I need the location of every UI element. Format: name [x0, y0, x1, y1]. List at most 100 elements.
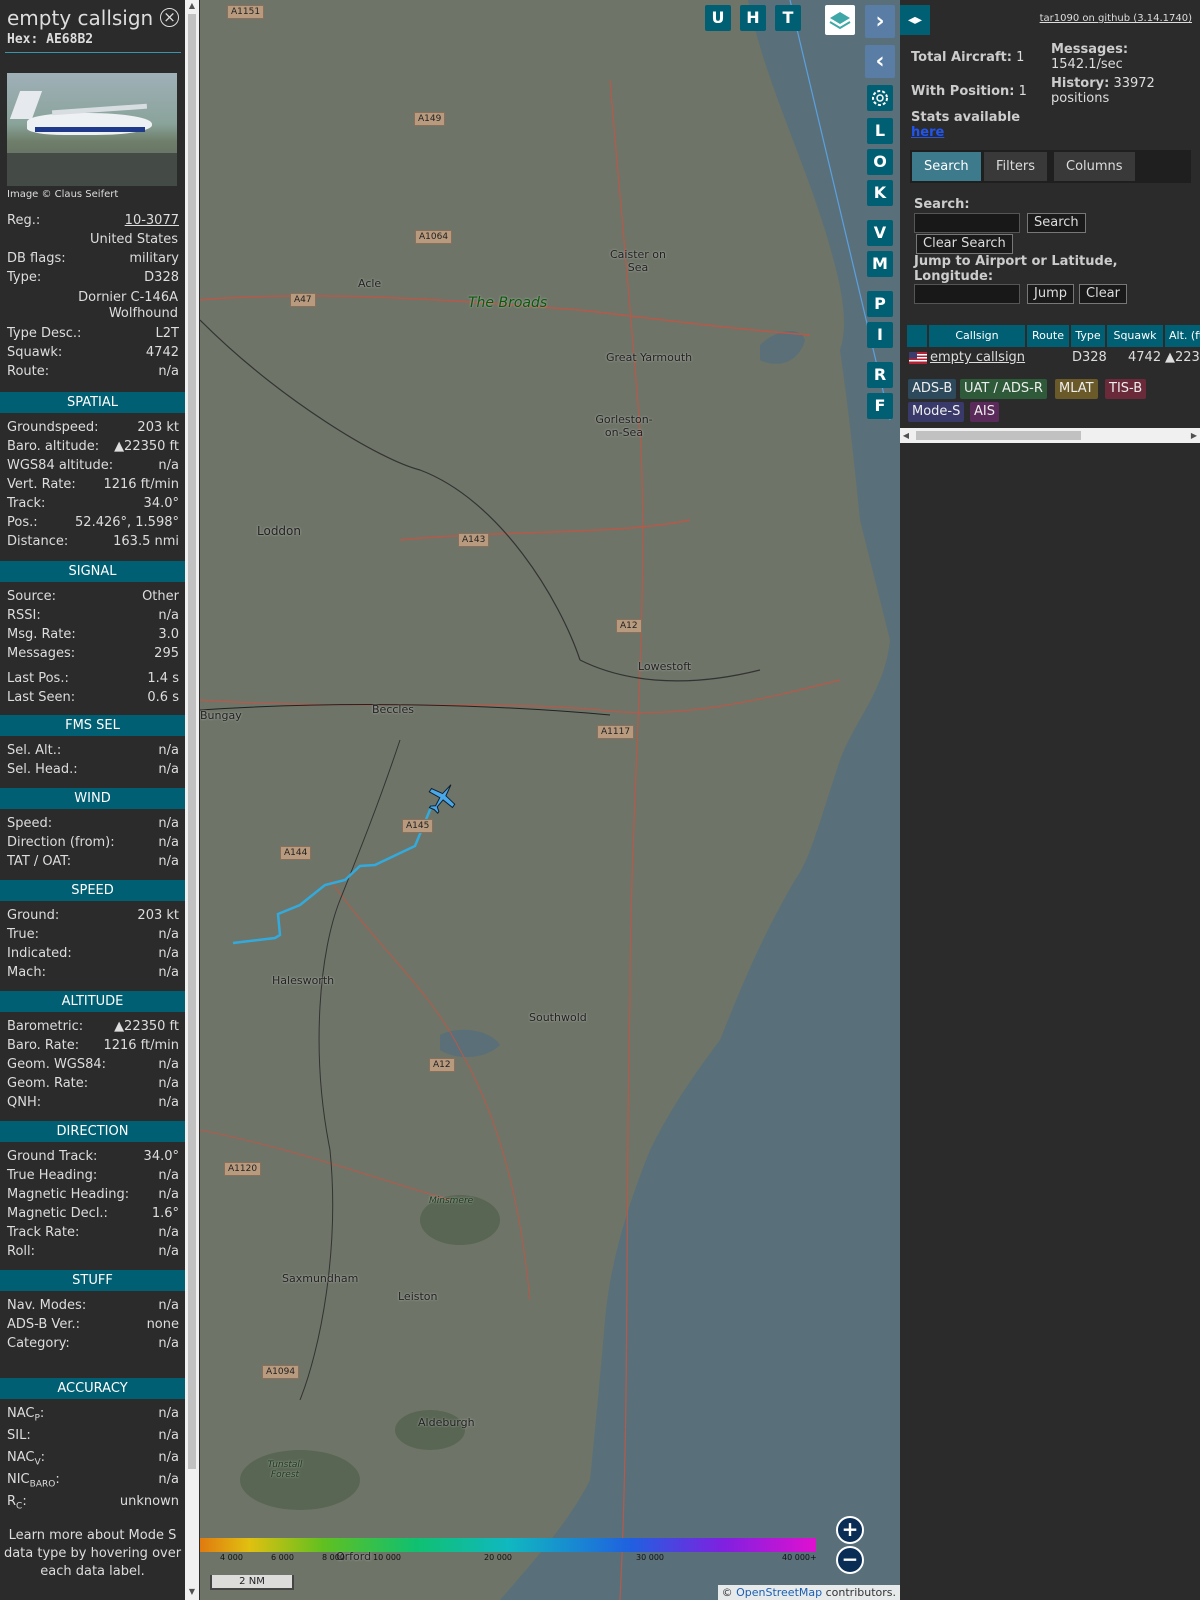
table-row-squawk[interactable]: 4742 [1128, 349, 1161, 367]
clear-search-button[interactable]: Clear Search [916, 234, 1013, 254]
stuff-label[interactable]: Category: [7, 1336, 70, 1351]
scroll-up-icon[interactable]: ▲ [187, 0, 197, 12]
direction-label[interactable]: True Heading: [7, 1168, 97, 1183]
table-header-route[interactable]: Route [1027, 325, 1069, 347]
map-button-p[interactable]: P [867, 291, 893, 317]
signal-label[interactable]: Last Seen: [7, 690, 75, 705]
fms-row: Sel. Head.: n/a [7, 762, 179, 780]
altitude-label[interactable]: Baro. Rate: [7, 1038, 79, 1053]
badge-modes[interactable]: Mode-S [908, 402, 965, 422]
accuracy-label[interactable]: NACV: [7, 1450, 45, 1468]
map-button-r[interactable]: R [867, 362, 893, 388]
table-row-type[interactable]: D328 [1072, 349, 1107, 367]
spatial-label[interactable]: Distance: [7, 534, 68, 549]
search-button[interactable]: Search [1027, 213, 1086, 233]
reg-link[interactable]: 10-3077 [125, 213, 179, 228]
tab-columns[interactable]: Columns [1054, 152, 1135, 181]
direction-label[interactable]: Ground Track: [7, 1149, 97, 1164]
spatial-label[interactable]: Track: [7, 496, 45, 511]
altitude-label[interactable]: QNH: [7, 1095, 41, 1110]
spatial-label[interactable]: WGS84 altitude: [7, 458, 113, 473]
speed-label[interactable]: Indicated: [7, 946, 72, 961]
altitude-label[interactable]: Geom. Rate: [7, 1076, 88, 1091]
wind-label[interactable]: Direction (from): [7, 835, 115, 850]
speed-label[interactable]: Mach: [7, 965, 46, 980]
badge-uat-adsr[interactable]: UAT / ADS-R [960, 379, 1047, 399]
fms-label[interactable]: Sel. Alt.: [7, 743, 61, 758]
table-hscrollbar[interactable]: ◀ ▶ [900, 428, 1200, 443]
github-link[interactable]: tar1090 on github (3.14.1740) [1040, 13, 1192, 24]
search-input[interactable] [914, 213, 1020, 233]
scrollbar-thumb[interactable] [188, 14, 196, 1469]
fms-label[interactable]: Sel. Head.: [7, 762, 78, 777]
stuff-label[interactable]: ADS-B Ver.: [7, 1317, 80, 1332]
badge-mlat[interactable]: MLAT [1055, 379, 1098, 399]
badge-adsb[interactable]: ADS-B [908, 379, 957, 399]
jump-button[interactable]: Jump [1027, 284, 1074, 304]
accuracy-label[interactable]: SIL: [7, 1428, 31, 1443]
altitude-label[interactable]: Barometric: [7, 1019, 83, 1034]
table-row-altitude[interactable]: ▲223 [1165, 349, 1200, 367]
map-button-h[interactable]: H [740, 5, 766, 31]
map-button-f[interactable]: F [867, 393, 893, 419]
table-row-callsign[interactable]: empty callsign [930, 349, 1025, 367]
speed-label[interactable]: Ground: [7, 908, 59, 923]
scroll-left-icon[interactable]: ◀ [900, 428, 912, 443]
signal-label[interactable]: Last Pos.: [7, 671, 69, 686]
map-button-k[interactable]: K [867, 180, 893, 206]
wind-label[interactable]: Speed: [7, 816, 52, 831]
layers-button[interactable] [825, 5, 855, 35]
spatial-label[interactable]: Groundspeed: [7, 420, 98, 435]
map-button-l[interactable]: L [867, 118, 893, 144]
toggle-sidebar-button[interactable]: ◂▸ [900, 5, 930, 35]
signal-label[interactable]: Msg. Rate: [7, 627, 76, 642]
direction-label[interactable]: Track Rate: [7, 1225, 79, 1240]
map-button-m[interactable]: M [867, 251, 893, 277]
signal-label[interactable]: RSSI: [7, 608, 41, 623]
map-button-i[interactable]: I [867, 322, 893, 348]
panel-scrollbar[interactable]: ▲ ▼ [185, 0, 199, 1600]
spatial-label[interactable]: Vert. Rate: [7, 477, 76, 492]
aircraft-photo[interactable] [7, 73, 177, 186]
tab-filters[interactable]: Filters [984, 152, 1047, 181]
clear-button[interactable]: Clear [1079, 284, 1127, 304]
map-button-t[interactable]: T [775, 5, 801, 31]
map-canvas[interactable]: Caister on Sea Great Yarmouth Gorleston-on… [200, 0, 900, 1600]
direction-label[interactable]: Magnetic Decl.: [7, 1206, 108, 1221]
map-button-v[interactable]: V [867, 220, 893, 246]
hscroll-thumb[interactable] [916, 431, 1081, 440]
scroll-right-icon[interactable]: ▶ [1188, 428, 1200, 443]
badge-tisb[interactable]: TIS-B [1105, 379, 1147, 399]
zoom-in-button[interactable]: + [836, 1516, 864, 1544]
table-header-callsign[interactable]: Callsign [929, 325, 1025, 347]
spatial-label[interactable]: Baro. altitude: [7, 439, 99, 454]
spatial-label[interactable]: Pos.: [7, 515, 38, 530]
table-header-type[interactable]: Type [1071, 325, 1105, 347]
map-button-u[interactable]: U [705, 5, 731, 31]
table-header-altitude[interactable]: Alt. (ft) [1165, 325, 1200, 347]
expand-right-button[interactable]: › [865, 5, 895, 38]
accuracy-label[interactable]: RC: [7, 1494, 27, 1512]
badge-ais[interactable]: AIS [970, 402, 999, 422]
zoom-out-button[interactable]: − [836, 1546, 864, 1574]
stuff-label[interactable]: Nav. Modes: [7, 1298, 86, 1313]
collapse-left-button[interactable]: ‹ [865, 45, 895, 78]
jump-input[interactable] [914, 284, 1020, 304]
direction-label[interactable]: Roll: [7, 1244, 35, 1259]
wind-label[interactable]: TAT / OAT: [7, 854, 71, 869]
signal-label[interactable]: Source: [7, 589, 56, 604]
signal-label[interactable]: Messages: [7, 646, 75, 661]
settings-button[interactable] [867, 85, 893, 111]
altitude-label[interactable]: Geom. WGS84: [7, 1057, 106, 1072]
close-icon[interactable]: × [160, 8, 179, 27]
speed-label[interactable]: True: [7, 927, 39, 942]
tab-search[interactable]: Search [912, 152, 981, 181]
scroll-down-icon[interactable]: ▼ [187, 1586, 197, 1598]
map-button-o[interactable]: O [867, 149, 893, 175]
accuracy-label[interactable]: NICBARO: [7, 1472, 60, 1490]
direction-label[interactable]: Magnetic Heading: [7, 1187, 129, 1202]
accuracy-label[interactable]: NACP: [7, 1406, 44, 1424]
osm-link[interactable]: OpenStreetMap [736, 1586, 822, 1599]
table-header-squawk[interactable]: Squawk [1107, 325, 1163, 347]
stats-here-link[interactable]: here [911, 125, 944, 140]
